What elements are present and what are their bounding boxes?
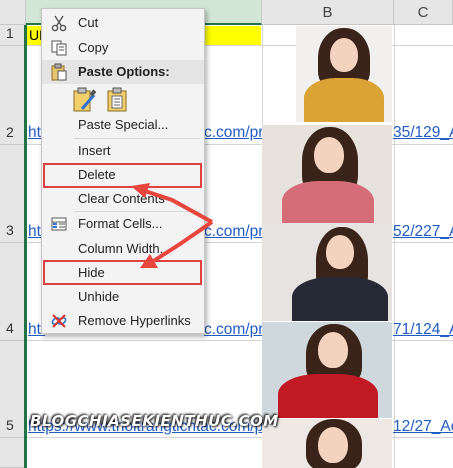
- arrowhead-delete: [131, 183, 150, 198]
- annotation-arrows: [131, 183, 214, 268]
- arrow-to-hide: [150, 220, 214, 264]
- arrow-to-delete: [141, 188, 213, 224]
- watermark-text: BLOGCHIASEKIENTHUC.COM: [30, 412, 279, 430]
- spreadsheet-window: B C 1 2 3 4 5 UR htt c.com/pr 35/129_A h…: [0, 0, 453, 468]
